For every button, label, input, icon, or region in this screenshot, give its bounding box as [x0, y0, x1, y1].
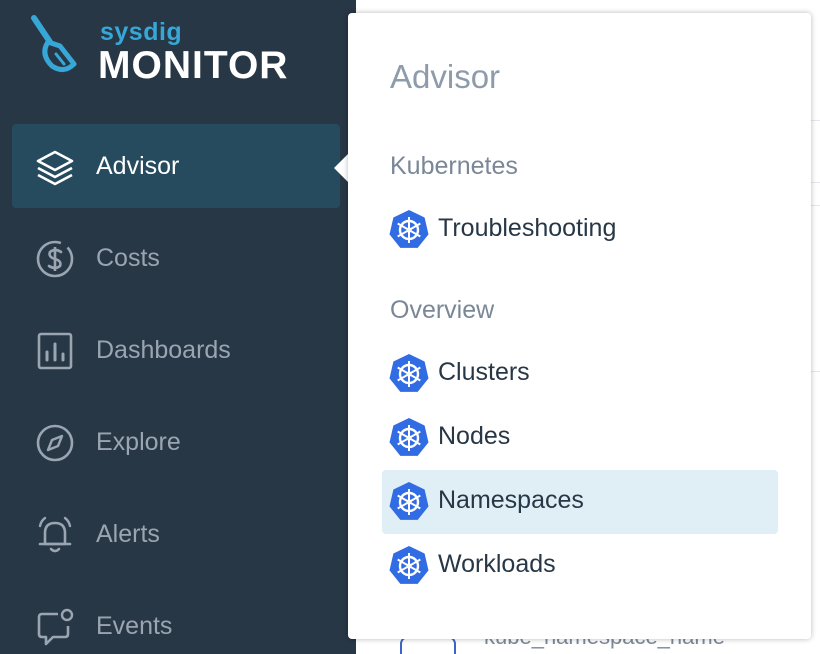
section-title-kubernetes: Kubernetes [390, 152, 518, 180]
sidebar-item-label: Costs [96, 243, 160, 272]
sidebar-item-label: Dashboards [96, 335, 231, 364]
sidebar-item-explore[interactable]: Explore [12, 400, 340, 484]
section-title-overview: Overview [390, 296, 495, 324]
advisor-popup-menu: Advisor Kubernetes Troubleshooting Overv… [348, 13, 811, 639]
dollar-icon [36, 240, 74, 278]
sysdig-shovel-icon [31, 15, 77, 72]
sidebar-item-label: Explore [96, 427, 181, 456]
brand-name: MONITOR [98, 44, 289, 87]
sidebar-item-label: Advisor [96, 151, 180, 180]
menu-item-label: Workloads [438, 550, 556, 578]
sidebar: sysdig MONITOR Advisor Costs Dashboards … [0, 0, 356, 654]
compass-icon [36, 424, 74, 462]
kubernetes-icon [389, 354, 429, 392]
kubernetes-icon [389, 546, 429, 584]
bell-icon [38, 516, 72, 553]
brand-sub: sysdig [100, 18, 183, 46]
kubernetes-icon [389, 482, 429, 520]
kubernetes-icon [389, 418, 429, 456]
sidebar-item-dashboards[interactable]: Dashboards [12, 308, 340, 392]
bar-chart-icon [37, 332, 73, 370]
menu-item-troubleshooting[interactable]: Troubleshooting [382, 198, 778, 262]
menu-item-namespaces[interactable]: Namespaces [382, 470, 778, 534]
menu-item-workloads[interactable]: Workloads [382, 534, 778, 598]
layers-icon [36, 150, 74, 186]
menu-item-clusters[interactable]: Clusters [382, 342, 778, 406]
sysdig-monitor-logo[interactable]: sysdig MONITOR [30, 12, 330, 87]
kubernetes-icon [389, 210, 429, 248]
sidebar-item-label: Alerts [96, 519, 160, 548]
sidebar-item-advisor[interactable]: Advisor [12, 124, 340, 208]
menu-item-nodes[interactable]: Nodes [382, 406, 778, 470]
menu-item-label: Troubleshooting [438, 214, 617, 242]
menu-item-label: Namespaces [438, 486, 584, 514]
sidebar-item-label: Events [96, 611, 173, 640]
sidebar-item-costs[interactable]: Costs [12, 216, 340, 300]
sidebar-item-events[interactable]: Events [12, 584, 340, 654]
sidebar-item-alerts[interactable]: Alerts [12, 492, 340, 576]
chat-bubble-icon [37, 608, 74, 646]
popup-title: Advisor [390, 58, 501, 95]
menu-item-label: Clusters [438, 358, 530, 386]
menu-item-label: Nodes [438, 422, 511, 450]
